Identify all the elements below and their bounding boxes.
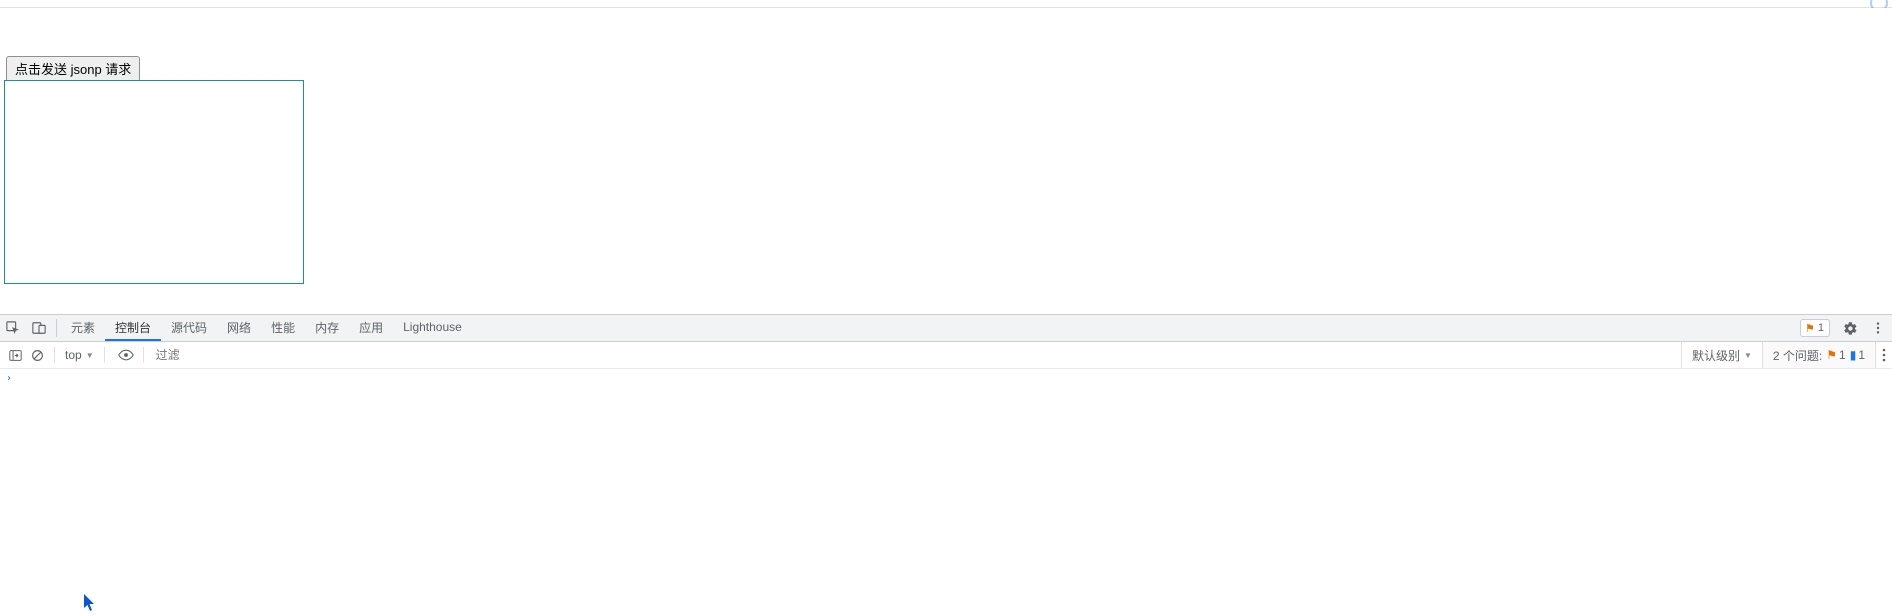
warnings-count: 1 bbox=[1818, 322, 1824, 334]
context-label: top bbox=[65, 348, 82, 362]
device-toolbar-icon[interactable] bbox=[26, 315, 52, 341]
tab-label: 网络 bbox=[227, 319, 251, 336]
separator bbox=[143, 347, 144, 363]
devtools-panel: 元素 控制台 源代码 网络 性能 内存 应用 Lighthouse ⚑ 1 bbox=[0, 314, 1892, 616]
tab-memory[interactable]: 内存 bbox=[305, 315, 349, 341]
devtools-tabbar: 元素 控制台 源代码 网络 性能 内存 应用 Lighthouse ⚑ 1 bbox=[0, 315, 1892, 342]
tab-label: 性能 bbox=[271, 319, 295, 336]
console-toolbar: top ▼ 默认级别 ▼ 2 个问题: ⚑ 1 ▮ 1 bbox=[0, 342, 1892, 369]
tab-label: 内存 bbox=[315, 319, 339, 336]
separator bbox=[56, 319, 57, 337]
page-viewport: 点击发送 jsonp 请求 bbox=[0, 8, 1892, 314]
context-selector[interactable]: top ▼ bbox=[61, 348, 98, 362]
console-prompt-icon: › bbox=[6, 373, 12, 384]
send-jsonp-button[interactable]: 点击发送 jsonp 请求 bbox=[6, 56, 140, 82]
tab-application[interactable]: 应用 bbox=[349, 315, 393, 341]
message-icon: ▮ bbox=[1850, 348, 1857, 362]
level-label: 默认级别 bbox=[1692, 347, 1740, 364]
issues-info-count: 1 bbox=[1858, 348, 1865, 362]
inspect-element-icon[interactable] bbox=[0, 315, 26, 341]
browser-chrome-strip bbox=[0, 0, 1892, 8]
flag-icon: ⚑ bbox=[1826, 348, 1837, 362]
issues-warn-count: 1 bbox=[1839, 348, 1846, 362]
live-expression-icon[interactable] bbox=[115, 344, 137, 366]
console-filter-input[interactable] bbox=[156, 348, 376, 362]
flag-icon: ⚑ bbox=[1805, 322, 1815, 335]
settings-icon[interactable] bbox=[1836, 321, 1864, 336]
more-menu-icon[interactable] bbox=[1864, 321, 1892, 335]
issues-chip[interactable]: 2 个问题: ⚑ 1 ▮ 1 bbox=[1762, 342, 1875, 368]
tab-label: 应用 bbox=[359, 319, 383, 336]
clear-console-icon[interactable] bbox=[26, 344, 48, 366]
result-box bbox=[4, 80, 304, 284]
tab-label: Lighthouse bbox=[403, 320, 462, 334]
warnings-badge[interactable]: ⚑ 1 bbox=[1800, 319, 1830, 337]
tab-lighthouse[interactable]: Lighthouse bbox=[393, 315, 472, 341]
tab-elements[interactable]: 元素 bbox=[61, 315, 105, 341]
toggle-sidebar-icon[interactable] bbox=[4, 344, 26, 366]
console-settings-icon[interactable] bbox=[1875, 342, 1892, 368]
tab-network[interactable]: 网络 bbox=[217, 315, 261, 341]
chevron-down-icon: ▼ bbox=[1744, 351, 1752, 360]
tab-label: 源代码 bbox=[171, 319, 207, 336]
console-output[interactable]: › bbox=[0, 369, 1892, 616]
tab-label: 元素 bbox=[71, 319, 95, 336]
chevron-down-icon: ▼ bbox=[86, 351, 94, 360]
tab-sources[interactable]: 源代码 bbox=[161, 315, 217, 341]
log-level-selector[interactable]: 默认级别 ▼ bbox=[1681, 342, 1762, 368]
tab-performance[interactable]: 性能 bbox=[261, 315, 305, 341]
separator bbox=[54, 347, 55, 363]
separator bbox=[104, 347, 105, 363]
issues-label: 2 个问题: bbox=[1773, 347, 1822, 364]
tab-label: 控制台 bbox=[115, 319, 151, 336]
tab-console[interactable]: 控制台 bbox=[105, 315, 161, 341]
